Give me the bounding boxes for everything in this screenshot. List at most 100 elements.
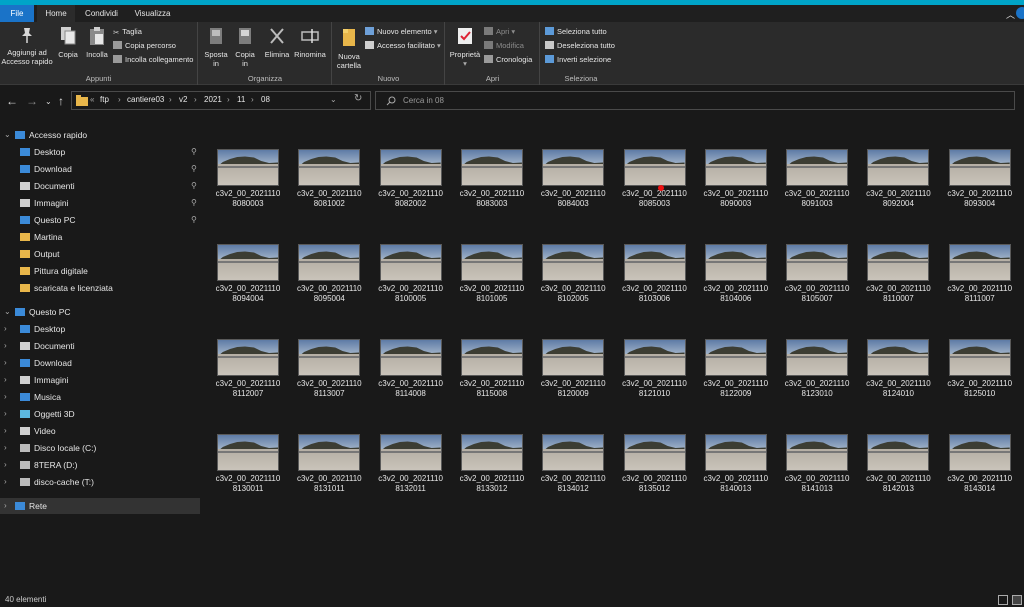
file-item[interactable]: c3v2_00_2021110 8124010 [859, 333, 937, 425]
rename-button[interactable]: Rinomina [293, 26, 327, 59]
file-item[interactable]: c3v2_00_2021110 8141013 [778, 428, 856, 520]
expand-chevron-right-icon[interactable]: › [4, 338, 7, 354]
file-item[interactable]: c3v2_00_2021110 8135012 [616, 428, 694, 520]
file-item[interactable]: c3v2_00_2021110 8120009 [534, 333, 612, 425]
file-item[interactable]: c3v2_00_2021110 8112007 [209, 333, 287, 425]
file-item[interactable]: c3v2_00_2021110 8094004 [209, 238, 287, 330]
search-box[interactable]: Cerca in 08 [375, 91, 1015, 110]
file-item[interactable]: c3v2_00_2021110 8104006 [697, 238, 775, 330]
easy-access-button[interactable]: Accesso facilitato ▾ [365, 40, 441, 52]
nav-quick-download[interactable]: Download ⚲ [0, 161, 200, 177]
copy-to-button[interactable]: Copia in [232, 26, 258, 68]
expand-chevron-right-icon[interactable]: › [4, 498, 7, 514]
select-none-button[interactable]: Deseleziona tutto [545, 40, 615, 52]
nav-pc-documenti[interactable]: › Documenti [0, 338, 200, 354]
edit-button[interactable]: Modifica [484, 40, 524, 52]
nav-quick-questo-pc[interactable]: Questo PC ⚲ [0, 212, 200, 228]
nav-pc-video[interactable]: › Video [0, 423, 200, 439]
collapse-ribbon-icon[interactable]: ︿ [1006, 8, 1016, 20]
breadcrumb-overflow[interactable]: « [90, 95, 94, 104]
nav-pc-disco-locale-c-[interactable]: › Disco locale (C:) [0, 440, 200, 456]
cut-button[interactable]: ✂ Taglia [113, 26, 142, 38]
breadcrumb-v2[interactable]: v2 [179, 95, 187, 104]
file-item[interactable]: c3v2_00_2021110 8090003 [697, 143, 775, 235]
expand-chevron-right-icon[interactable]: › [4, 355, 7, 371]
details-view-icon[interactable] [998, 595, 1008, 605]
file-item[interactable]: c3v2_00_2021110 8115008 [453, 333, 531, 425]
tab-file[interactable]: File [0, 5, 34, 22]
select-all-button[interactable]: Seleziona tutto [545, 26, 607, 38]
file-item[interactable]: c3v2_00_2021110 8111007 [941, 238, 1019, 330]
pin-quick-access-button[interactable]: Aggiungi ad Accesso rapido [0, 26, 54, 66]
expand-chevron-right-icon[interactable]: › [4, 321, 7, 337]
file-item[interactable]: c3v2_00_2021110 8093004 [941, 143, 1019, 235]
history-button[interactable]: Cronologia [484, 54, 532, 66]
nav-quick-access[interactable]: ⌄ Accesso rapido [0, 127, 200, 143]
paste-shortcut-button[interactable]: Incolla collegamento [113, 54, 193, 66]
breadcrumb-ftp[interactable]: ftp [100, 95, 109, 104]
nav-quick-documenti[interactable]: Documenti ⚲ [0, 178, 200, 194]
file-item[interactable]: c3v2_00_2021110 8105007 [778, 238, 856, 330]
file-item[interactable]: c3v2_00_2021110 8083003 [453, 143, 531, 235]
nav-quick-pittura-digitale[interactable]: Pittura digitale [0, 263, 200, 279]
file-item[interactable]: c3v2_00_2021110 8140013 [697, 428, 775, 520]
nav-pc-immagini[interactable]: › Immagini [0, 372, 200, 388]
nav-quick-desktop[interactable]: Desktop ⚲ [0, 144, 200, 160]
up-arrow-icon[interactable]: ↑ [58, 94, 64, 108]
file-item[interactable]: c3v2_00_2021110 8084003 [534, 143, 612, 235]
file-item[interactable]: c3v2_00_2021110 8113007 [290, 333, 368, 425]
recent-locations-chevron-icon[interactable]: ⌄ [45, 97, 52, 106]
nav-pc-8tera-d-[interactable]: › 8TERA (D:) [0, 457, 200, 473]
nav-pc-desktop[interactable]: › Desktop [0, 321, 200, 337]
file-item[interactable]: c3v2_00_2021110 8102005 [534, 238, 612, 330]
nav-this-pc[interactable]: ⌄ Questo PC [0, 304, 200, 320]
file-item[interactable]: c3v2_00_2021110 8082002 [372, 143, 450, 235]
file-item[interactable]: c3v2_00_2021110 8123010 [778, 333, 856, 425]
back-arrow-icon[interactable]: ← [6, 94, 18, 108]
file-item[interactable]: c3v2_00_2021110 8085003 [616, 143, 694, 235]
help-icon[interactable] [1016, 7, 1024, 19]
file-item[interactable]: c3v2_00_2021110 8121010 [616, 333, 694, 425]
copy-button[interactable]: Copia [56, 26, 80, 59]
copy-path-button[interactable]: Copia percorso [113, 40, 176, 52]
file-item[interactable]: c3v2_00_2021110 8095004 [290, 238, 368, 330]
expand-chevron-right-icon[interactable]: › [4, 423, 7, 439]
expand-chevron-right-icon[interactable]: › [4, 389, 7, 405]
file-item[interactable]: c3v2_00_2021110 8080003 [209, 143, 287, 235]
invert-selection-button[interactable]: Inverti selezione [545, 54, 611, 66]
new-folder-button[interactable]: Nuova cartella [335, 26, 363, 70]
breadcrumb-08[interactable]: 08 [261, 95, 270, 104]
nav-pc-oggetti-3d[interactable]: › Oggetti 3D [0, 406, 200, 422]
nav-quick-martina[interactable]: Martina [0, 229, 200, 245]
breadcrumb-cantiere03[interactable]: cantiere03 [127, 95, 164, 104]
expand-chevron-right-icon[interactable]: › [4, 457, 7, 473]
file-item[interactable]: c3v2_00_2021110 8092004 [859, 143, 937, 235]
breadcrumb-11[interactable]: 11 [237, 95, 245, 104]
delete-button[interactable]: Elimina [263, 26, 291, 59]
expand-chevron-down-icon[interactable]: ⌄ [4, 127, 11, 143]
nav-quick-immagini[interactable]: Immagini ⚲ [0, 195, 200, 211]
tab-share[interactable]: Condividi [79, 5, 124, 22]
paste-button[interactable]: Incolla [83, 26, 111, 59]
address-dropdown-chevron-icon[interactable]: ⌄ [330, 95, 337, 104]
file-item[interactable]: c3v2_00_2021110 8091003 [778, 143, 856, 235]
file-item[interactable]: c3v2_00_2021110 8142013 [859, 428, 937, 520]
file-item[interactable]: c3v2_00_2021110 8101005 [453, 238, 531, 330]
file-item[interactable]: c3v2_00_2021110 8134012 [534, 428, 612, 520]
file-item[interactable]: c3v2_00_2021110 8132011 [372, 428, 450, 520]
file-item[interactable]: c3v2_00_2021110 8100005 [372, 238, 450, 330]
address-field[interactable]: « ftp › cantiere03 › v2 › 2021 › 11 › 08… [71, 91, 371, 110]
file-item[interactable]: c3v2_00_2021110 8110007 [859, 238, 937, 330]
file-item[interactable]: c3v2_00_2021110 8131011 [290, 428, 368, 520]
nav-quick-output[interactable]: Output [0, 246, 200, 262]
nav-quick-scaricata-e-licenziata[interactable]: scaricata e licenziata [0, 280, 200, 296]
expand-chevron-down-icon[interactable]: ⌄ [4, 304, 11, 320]
file-item[interactable]: c3v2_00_2021110 8081002 [290, 143, 368, 235]
file-item[interactable]: c3v2_00_2021110 8125010 [941, 333, 1019, 425]
nav-pc-disco-cache-t-[interactable]: › disco-cache (T:) [0, 474, 200, 490]
properties-button[interactable]: Proprietà ▾ [448, 26, 482, 68]
file-item[interactable]: c3v2_00_2021110 8143014 [941, 428, 1019, 520]
open-button[interactable]: Apri ▾ [484, 26, 515, 38]
forward-arrow-icon[interactable]: → [26, 94, 38, 108]
expand-chevron-right-icon[interactable]: › [4, 372, 7, 388]
